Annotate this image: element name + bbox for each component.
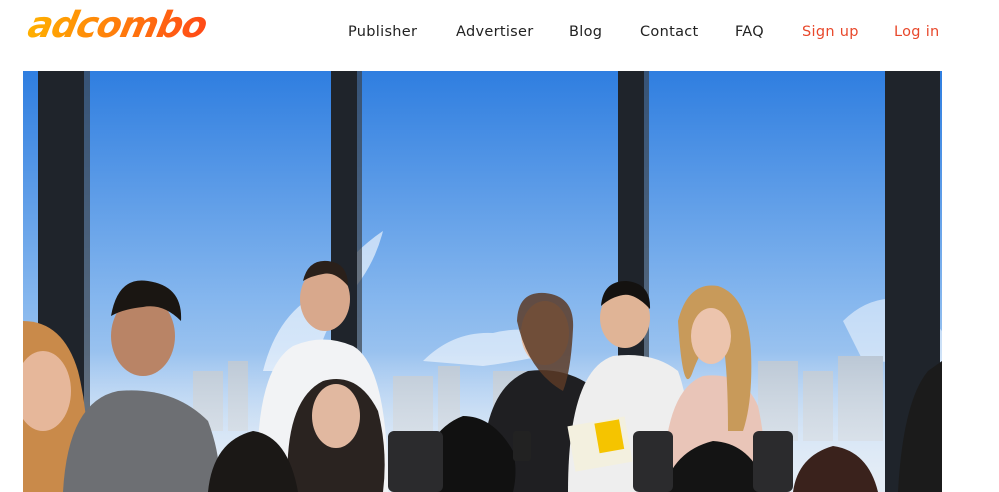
nav-log-in[interactable]: Log in bbox=[894, 24, 940, 40]
adcombo-logo[interactable]: adcombo bbox=[25, 6, 225, 44]
team-photo-illustration bbox=[23, 71, 942, 492]
nav-blog[interactable]: Blog bbox=[569, 24, 602, 40]
nav-faq[interactable]: FAQ bbox=[735, 24, 764, 40]
nav-advertiser[interactable]: Advertiser bbox=[456, 24, 533, 40]
svg-text:adcombo: adcombo bbox=[25, 6, 211, 44]
nav-contact[interactable]: Contact bbox=[640, 24, 699, 40]
site-header: adcombo Publisher Advertiser Blog Contac… bbox=[0, 0, 999, 70]
nav-sign-up[interactable]: Sign up bbox=[802, 24, 859, 40]
nav-publisher[interactable]: Publisher bbox=[348, 24, 417, 40]
hero-team-photo bbox=[23, 71, 942, 492]
right-gutter bbox=[942, 71, 999, 492]
